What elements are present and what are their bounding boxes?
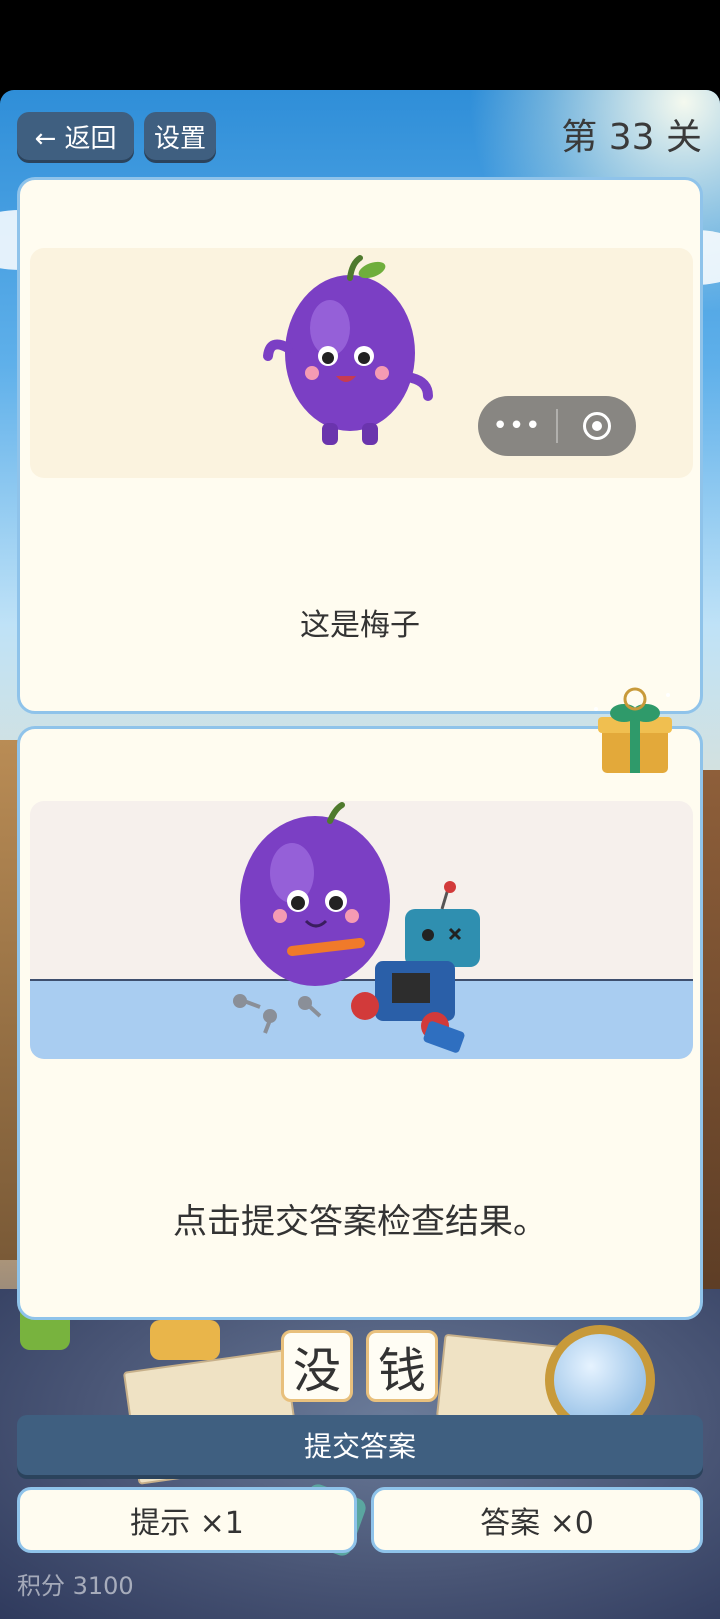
level-indicator: 第 33 关 <box>561 117 702 158</box>
gift-box-icon[interactable] <box>588 685 684 781</box>
gift-box-icon <box>594 687 672 773</box>
back-button[interactable]: ← 返回 <box>17 112 134 160</box>
settings-button[interactable]: 设置 <box>144 112 216 160</box>
hint-button[interactable]: 提示 ×1 <box>17 1487 357 1553</box>
plum-robot-icon <box>233 802 480 1053</box>
more-dots-icon[interactable]: ••• <box>478 411 556 441</box>
mini-program-capsule: ••• <box>478 396 636 456</box>
clue-caption-2: 点击提交答案检查结果。 <box>173 1202 547 1242</box>
submit-answer-button[interactable]: 提交答案 <box>17 1415 703 1475</box>
show-answer-button[interactable]: 答案 ×0 <box>371 1487 703 1553</box>
answer-tile[interactable]: 钱 <box>366 1330 438 1402</box>
answer-tile[interactable]: 没 <box>281 1330 353 1402</box>
clue-caption-1: 这是梅子 <box>300 608 420 643</box>
clue-image-2 <box>30 801 693 1059</box>
target-dot <box>592 421 602 431</box>
clue-card-2: 点击提交答案检查结果。 <box>17 726 703 1320</box>
puzzle-piece <box>150 1320 220 1360</box>
target-ring <box>583 412 611 440</box>
score-label: 积分 3100 <box>17 1572 134 1600</box>
target-icon[interactable] <box>558 412 636 440</box>
